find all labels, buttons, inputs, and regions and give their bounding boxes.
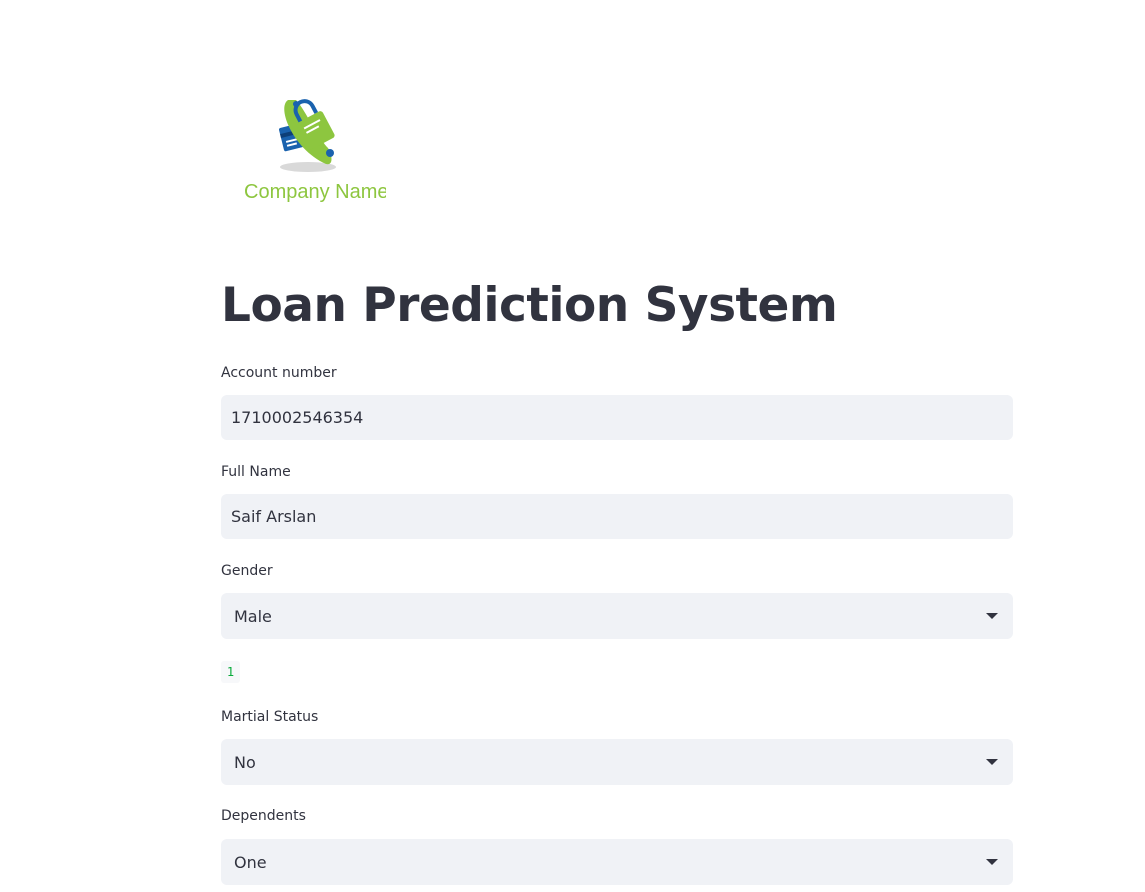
dependents-label: Dependents	[221, 808, 306, 824]
logo-text: Company Name	[244, 181, 386, 203]
page-title: Loan Prediction System	[221, 278, 838, 333]
lock-card-logo-icon: Company Name	[244, 99, 386, 203]
chevron-down-icon	[986, 859, 998, 865]
company-logo: Company Name	[236, 90, 386, 210]
gender-select[interactable]: Male	[221, 593, 1013, 639]
account-number-label: Account number	[221, 365, 337, 381]
gender-label: Gender	[221, 563, 273, 579]
dependents-select[interactable]: One	[221, 839, 1013, 885]
page: Company Name Loan Prediction System Acco…	[0, 0, 1145, 892]
full-name-input[interactable]: Saif Arslan	[221, 494, 1013, 539]
marital-status-select[interactable]: No	[221, 739, 1013, 785]
output-code: 1	[221, 661, 240, 683]
full-name-value: Saif Arslan	[231, 507, 317, 526]
chevron-down-icon	[986, 613, 998, 619]
full-name-label: Full Name	[221, 464, 291, 480]
account-number-input[interactable]: 1710002546354	[221, 395, 1013, 440]
chevron-down-icon	[986, 759, 998, 765]
marital-status-label: Martial Status	[221, 709, 319, 725]
account-number-value: 1710002546354	[231, 408, 364, 427]
gender-selected-value: Male	[234, 606, 272, 626]
marital-status-selected-value: No	[234, 752, 256, 772]
dependents-selected-value: One	[234, 852, 267, 872]
